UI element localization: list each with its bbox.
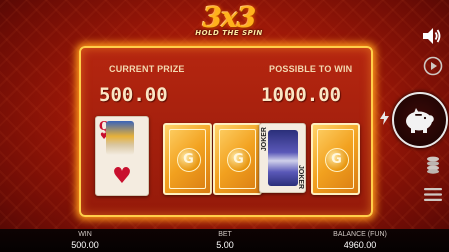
- coins-stack-icon[interactable]: [426, 156, 440, 178]
- current-prize-label: CURRENT PRIZE: [109, 64, 185, 74]
- bet-value: 5.00: [216, 240, 234, 250]
- lightning-icon[interactable]: [380, 110, 389, 129]
- joker-figure-icon: [268, 130, 298, 186]
- spin-button[interactable]: [392, 92, 448, 148]
- bet-label: BET: [218, 231, 232, 238]
- balance-label: BALANCE (FUN): [333, 231, 387, 238]
- gold-coin-icon: G: [324, 148, 349, 172]
- card-queen-of-hearts: Q ♥ ♥: [95, 116, 149, 196]
- current-prize-value: 500.00: [99, 84, 168, 106]
- prize-panel: CURRENT PRIZE POSSIBLE TO WIN 500.00 100…: [79, 46, 373, 217]
- piggy-bank-icon: [406, 108, 434, 133]
- autoplay-icon[interactable]: [423, 56, 443, 80]
- card-back[interactable]: G: [311, 123, 360, 195]
- card-back[interactable]: G: [213, 123, 262, 195]
- logo-subtitle: HOLD THE SPIN: [195, 29, 263, 37]
- speaker-icon[interactable]: [422, 27, 442, 49]
- possible-to-win-value: 1000.00: [261, 84, 342, 106]
- gold-coin-icon: G: [226, 148, 251, 172]
- joker-label-bottom: JOKER: [297, 164, 304, 189]
- joker-label-top: JOKER: [261, 127, 268, 152]
- win-label: WIN: [78, 231, 92, 238]
- card-back[interactable]: G: [163, 123, 212, 195]
- card-joker: JOKER JOKER: [259, 123, 306, 193]
- game-logo: 3x3 HOLD THE SPIN: [184, 4, 274, 42]
- menu-icon[interactable]: [424, 186, 442, 205]
- queen-figure-icon: [106, 121, 134, 155]
- gold-coin-icon: G: [176, 148, 201, 172]
- heart-suit-icon: ♥: [112, 164, 132, 189]
- balance-value: 4960.00: [343, 240, 377, 250]
- possible-to-win-label: POSSIBLE TO WIN: [269, 64, 353, 74]
- bottom-info-bar: WIN 500.00 BET 5.00 BALANCE (FUN) 4960.0…: [0, 229, 449, 252]
- logo-title: 3x3: [202, 1, 257, 34]
- win-value: 500.00: [71, 240, 99, 250]
